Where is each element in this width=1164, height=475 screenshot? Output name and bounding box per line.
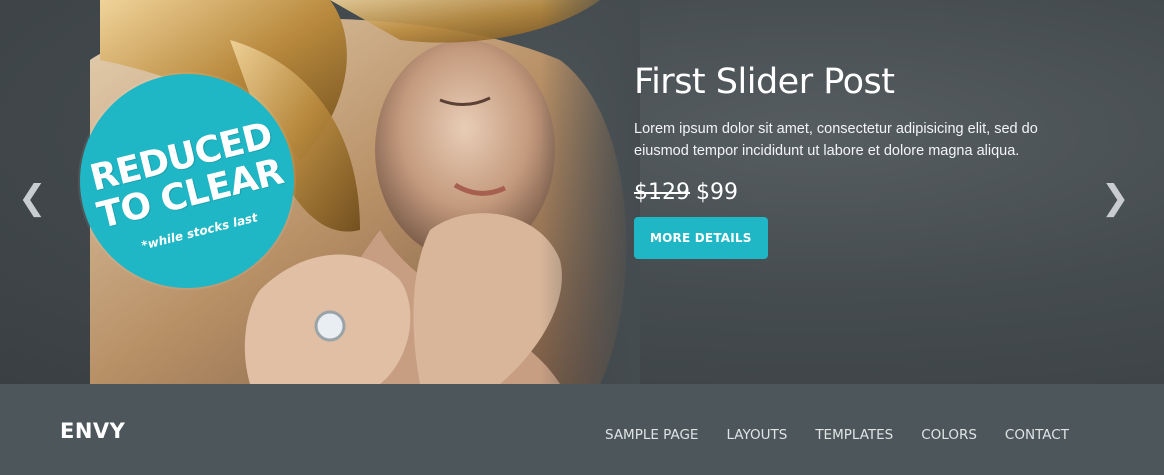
site-logo[interactable]: ENVY [60,418,125,444]
menu-item-templates[interactable]: TEMPLATES [815,424,893,446]
slide-content: First Slider Post Lorem ipsum dolor sit … [634,58,1064,259]
price-old: $129 [634,180,690,205]
sale-badge: REDUCED TO CLEAR *while stocks last [80,74,294,288]
menu-item-colors[interactable]: COLORS [921,424,977,446]
hero-slider: ❮ ❯ REDUCED TO CLEAR *while stocks last … [0,0,1164,384]
menu-item-layouts[interactable]: LAYOUTS [726,424,787,446]
menu-item-sample-page[interactable]: SAMPLE PAGE [605,424,698,446]
more-details-button[interactable]: MORE DETAILS [634,217,768,259]
main-navbar: ENVY SAMPLE PAGE LAYOUTS TEMPLATES COLOR… [0,384,1164,475]
slide-description: Lorem ipsum dolor sit amet, consectetur … [634,121,1038,159]
page: ❮ ❯ REDUCED TO CLEAR *while stocks last … [0,0,1164,475]
slider-next-arrow-icon[interactable]: ❯ [1101,178,1130,218]
slide-title: First Slider Post [634,62,895,102]
menu-item-contact[interactable]: CONTACT [1005,424,1069,446]
slider-prev-arrow-icon[interactable]: ❮ [18,178,47,218]
price-new: $99 [696,180,738,205]
main-menu: SAMPLE PAGE LAYOUTS TEMPLATES COLORS CON… [605,424,1069,446]
slide-price: $129 $99 [634,178,1064,208]
